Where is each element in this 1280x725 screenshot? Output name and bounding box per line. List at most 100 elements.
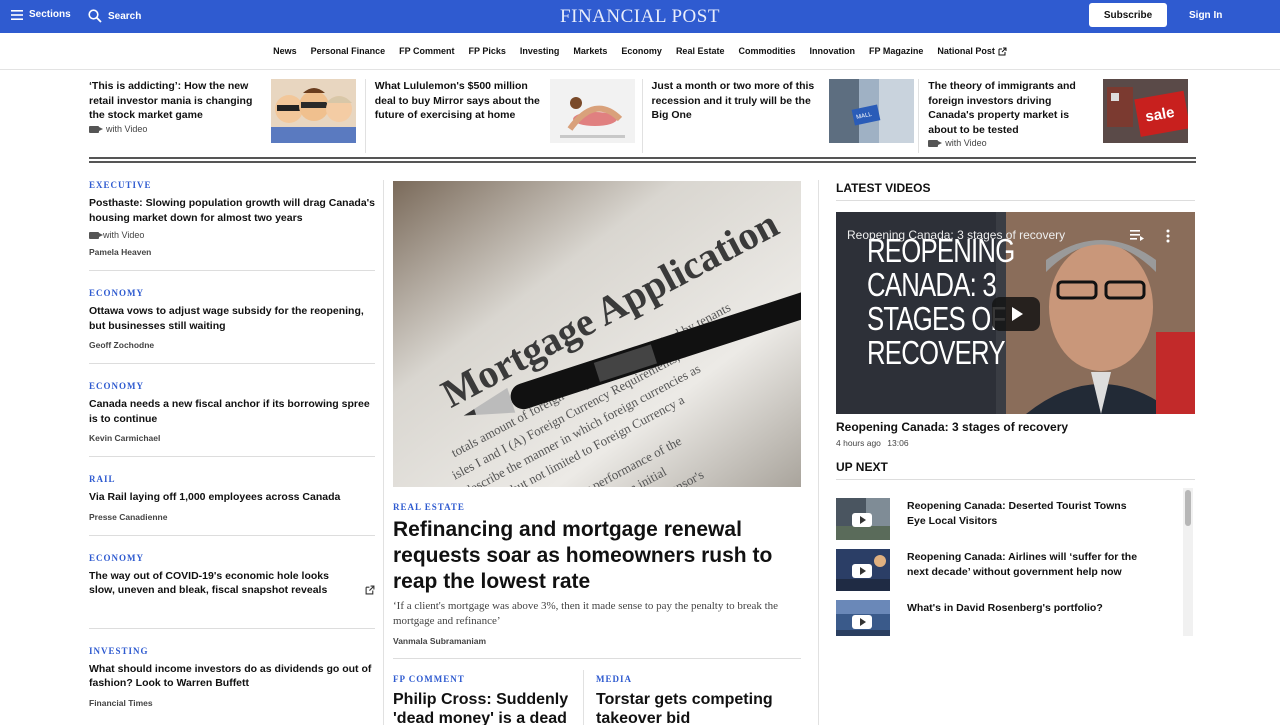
nav-fp-comment[interactable]: FP Comment [399,46,454,56]
story-title[interactable]: Canada needs a new fiscal anchor if its … [89,397,375,426]
up-next-title[interactable]: Reopening Canada: Deserted Tourist Towns… [907,499,1147,528]
up-next-scrollbar[interactable] [1183,488,1193,636]
up-next-title[interactable]: What's in David Rosenberg's portfolio? [907,601,1147,616]
play-icon [852,615,872,629]
up-next-item[interactable]: Reopening Canada: Deserted Tourist Towns… [836,488,1181,540]
story-title[interactable]: Posthaste: Slowing population growth wil… [89,196,375,225]
up-next-item[interactable]: Reopening Canada: Airlines will ‘suffer … [836,539,1181,591]
sections-label: Sections [29,9,71,20]
story-title[interactable]: Ottawa vows to adjust wage subsidy for t… [89,304,375,333]
play-icon [852,513,872,527]
top-bar: Sections Search FINANCIAL POST Subscribe… [0,0,1280,33]
video-player[interactable]: REOPENING CANADA: 3 STAGES OF RECOVERY R… [836,212,1195,414]
video-thumbnail[interactable] [836,498,890,540]
video-indicator: with Video [928,138,987,148]
story-kicker[interactable]: RAIL [89,474,375,484]
story-author[interactable]: Geoff Zochodne [89,340,375,350]
site-logo[interactable]: FINANCIAL POST [0,6,1280,28]
video-thumbnail[interactable] [836,600,890,636]
lead-story-deck: ‘If a client's mortgage was above 3%, th… [393,600,779,627]
top-story[interactable]: The theory of immigrants and foreign inv… [919,79,1196,153]
story-title[interactable]: Torstar gets competing takeover bid [596,690,786,725]
story-kicker[interactable]: INVESTING [89,646,375,656]
video-label: with Video [106,124,148,134]
story-title[interactable]: Philip Cross: Suddenly 'dead money' is a… [393,690,583,725]
nav-economy[interactable]: Economy [621,46,662,56]
left-story-column: EXECUTIVE Posthaste: Slowing population … [89,180,375,725]
video-player-title[interactable]: Reopening Canada: 3 stages of recovery [847,228,1065,242]
subscribe-button[interactable]: Subscribe [1089,3,1167,27]
story-author[interactable]: Presse Canadienne [89,512,375,522]
nav-markets[interactable]: Markets [573,46,607,56]
nav-investing[interactable]: Investing [520,46,560,56]
video-caption[interactable]: Reopening Canada: 3 stages of recovery [836,420,1068,434]
sections-menu-button[interactable]: Sections [11,9,71,20]
top-story-title[interactable]: What Lululemon's $500 million deal to bu… [375,79,543,123]
external-link-icon[interactable] [365,585,375,595]
story-item[interactable]: RAIL Via Rail laying off 1,000 employees… [89,474,375,536]
story-kicker[interactable]: FP COMMENT [393,674,583,684]
story-kicker[interactable]: EXECUTIVE [89,180,375,190]
story-item[interactable]: ECONOMY The way out of COVID-19's econom… [89,553,375,629]
story-item[interactable]: EXECUTIVE Posthaste: Slowing population … [89,180,375,271]
video-thumbnail[interactable] [836,549,890,591]
story-kicker[interactable]: ECONOMY [89,553,375,563]
top-story[interactable]: Just a month or two more of this recessi… [643,79,920,153]
video-label: with Video [945,138,987,148]
hamburger-icon [11,9,23,20]
story-title[interactable]: Via Rail laying off 1,000 employees acro… [89,490,375,505]
nav-fp-magazine[interactable]: FP Magazine [869,46,923,56]
lead-story-headline[interactable]: Refinancing and mortgage renewal request… [393,517,801,595]
nav-personal-finance[interactable]: Personal Finance [311,46,386,56]
top-story[interactable]: ‘This is addicting’: How the new retail … [89,79,366,153]
story-kicker[interactable]: ECONOMY [89,288,375,298]
video-indicator: with Video [89,230,375,240]
sub-story[interactable]: MEDIA Torstar gets competing takeover bi… [596,674,786,725]
nav-commodities[interactable]: Commodities [738,46,795,56]
video-duration: 13:06 [887,438,909,448]
nav-innovation[interactable]: Innovation [809,46,855,56]
divider [836,479,1195,480]
story-kicker[interactable]: MEDIA [596,674,786,684]
lead-story-author[interactable]: Vanmala Subramaniam [393,636,486,646]
video-camera-icon [89,125,103,133]
top-story[interactable]: What Lululemon's $500 million deal to bu… [366,79,643,153]
up-next-list[interactable]: Reopening Canada: Deserted Tourist Towns… [836,488,1193,636]
story-author[interactable]: Pamela Heaven [89,247,375,257]
search-button[interactable]: Search [88,9,141,23]
story-item[interactable]: INVESTING What should income investors d… [89,646,375,721]
story-kicker[interactable]: ECONOMY [89,381,375,391]
playlist-icon[interactable] [1130,229,1144,244]
top-story-title[interactable]: ‘This is addicting’: How the new retail … [89,79,257,123]
nav-national-post[interactable]: National Post [937,46,1007,56]
scrollbar-thumb[interactable] [1185,490,1191,526]
nav-fp-picks[interactable]: FP Picks [469,46,506,56]
story-item[interactable]: ECONOMY Ottawa vows to adjust wage subsi… [89,288,375,364]
story-author[interactable]: Kevin Carmichael [89,433,375,443]
top-story-title[interactable]: Just a month or two more of this recessi… [652,79,820,123]
story-item[interactable]: ECONOMY Canada needs a new fiscal anchor… [89,381,375,457]
nav-national-post-label: National Post [937,46,995,56]
top-stories-strip: ‘This is addicting’: How the new retail … [89,79,1196,153]
video-camera-icon [89,231,103,239]
sign-in-link[interactable]: Sign In [1189,10,1222,21]
story-title[interactable]: The way out of COVID-19's economic hole … [89,569,355,598]
story-title-row: The way out of COVID-19's economic hole … [89,569,375,598]
top-story-title[interactable]: The theory of immigrants and foreign inv… [928,79,1096,137]
mall-closed-thumbnail-image[interactable]: MALL [828,79,914,143]
for-sale-thumbnail-image[interactable]: sale [1103,79,1191,143]
mortgage-application-hero-image[interactable]: Mortgage Application totals amount of fo… [393,181,801,487]
sub-story[interactable]: FP COMMENT Philip Cross: Suddenly 'dead … [393,674,583,725]
play-icon[interactable] [992,297,1040,331]
more-options-icon[interactable] [1166,229,1170,246]
yoga-thumbnail-image[interactable] [549,79,635,143]
story-author[interactable]: Financial Times [89,698,375,708]
section-nav: News Personal Finance FP Comment FP Pick… [0,33,1280,70]
lead-story-kicker[interactable]: REAL ESTATE [393,502,465,512]
nav-news[interactable]: News [273,46,297,56]
cartoon-thumbnail-image[interactable] [271,79,356,143]
up-next-item[interactable]: What's in David Rosenberg's portfolio? [836,590,1181,636]
story-title[interactable]: What should income investors do as divid… [89,662,375,691]
up-next-title[interactable]: Reopening Canada: Airlines will ‘suffer … [907,550,1147,579]
nav-real-estate[interactable]: Real Estate [676,46,725,56]
